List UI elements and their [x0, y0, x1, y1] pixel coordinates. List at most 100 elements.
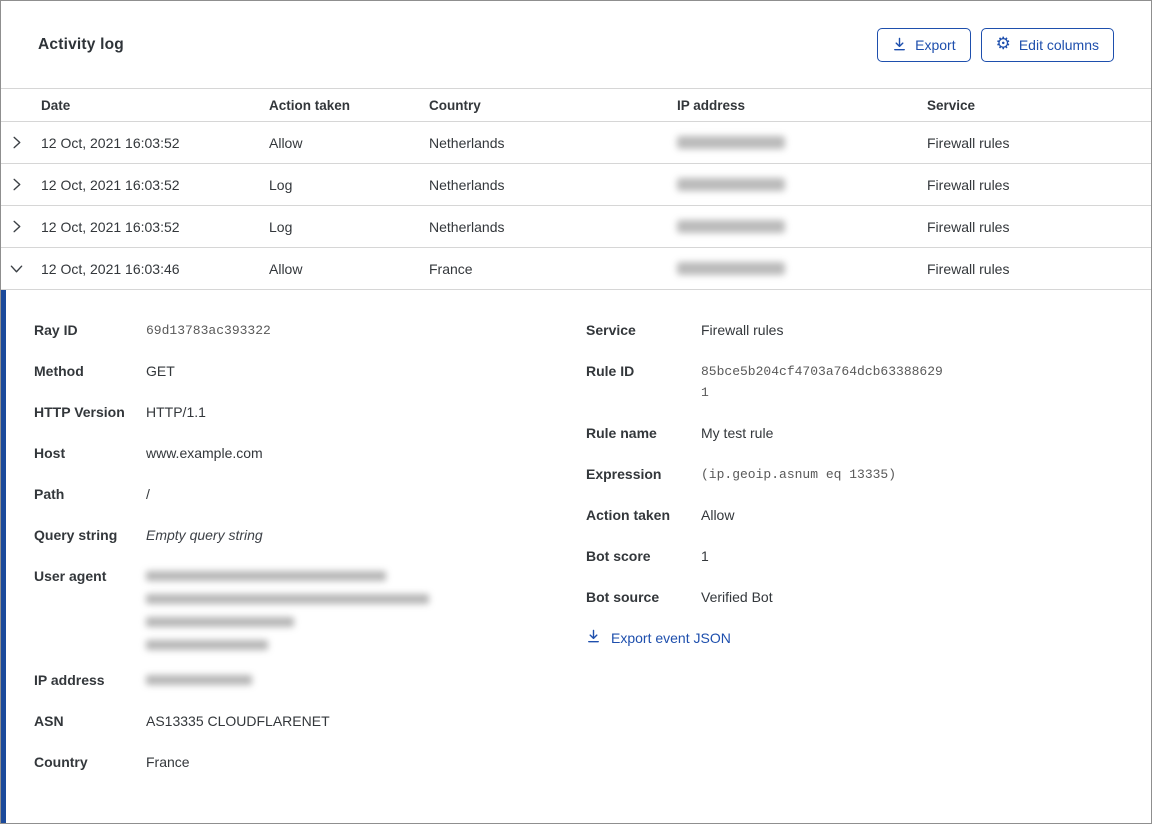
detail-field-label: Service	[586, 322, 636, 338]
detail-field-label: User agent	[34, 568, 107, 584]
detail-field-rule-id: Rule ID 85bce5b204cf4703a764dcb633886291	[586, 361, 1151, 403]
detail-field-method: Method GET	[34, 361, 586, 382]
cell-action-taken: Allow	[269, 260, 303, 277]
detail-field-http-version: HTTP Version HTTP/1.1	[34, 402, 586, 423]
activity-log-page: Activity log Export ⚙ Edit columns Date A…	[1, 1, 1151, 823]
detail-field-ray-id: Ray ID 69d13783ac393322	[34, 320, 586, 341]
redacted-text-line	[146, 594, 429, 604]
redacted-ip	[677, 262, 785, 275]
redacted-text-line	[146, 571, 386, 581]
detail-field-label: Query string	[34, 527, 118, 543]
cell-country: Netherlands	[429, 218, 505, 235]
detail-field-value: Firewall rules	[701, 322, 784, 338]
detail-field-value: 1	[701, 548, 709, 564]
cell-ip-address	[677, 136, 927, 149]
toolbar: Export ⚙ Edit columns	[877, 27, 1114, 62]
detail-field-label: Action taken	[586, 507, 671, 523]
cell-ip-address	[677, 220, 927, 233]
table-row[interactable]: 12 Oct, 2021 16:03:52 Allow Netherlands Fir…	[1, 122, 1151, 164]
detail-field-value: 85bce5b204cf4703a764dcb633886291	[701, 364, 943, 400]
cell-action-taken: Log	[269, 176, 293, 193]
cell-ip-address	[677, 262, 927, 275]
detail-field-value: 69d13783ac393322	[146, 323, 271, 338]
export-event-json-link[interactable]: Export event JSON	[586, 629, 731, 647]
cell-country: France	[429, 260, 473, 277]
detail-field-label: IP address	[34, 672, 105, 688]
download-icon	[586, 629, 601, 647]
detail-field-value: (ip.geoip.asnum eq 13335)	[701, 467, 897, 482]
chevron-right-icon[interactable]	[1, 136, 41, 149]
detail-field-service: Service Firewall rules	[586, 320, 1151, 341]
detail-right-fields: Service Firewall rules Rule ID 85bce5b204cf…	[586, 320, 1151, 608]
cell-date: 12 Oct, 2021 16:03:52	[41, 218, 180, 235]
redacted-ip	[677, 178, 785, 191]
detail-content: Ray ID 69d13783ac393322 Method GET HTTP Vers…	[6, 290, 1151, 823]
detail-field-bot-score: Bot score 1	[586, 546, 1151, 567]
cell-service: Firewall rules	[927, 218, 1010, 235]
detail-field-value: Verified Bot	[701, 589, 773, 605]
detail-field-value: My test rule	[701, 425, 774, 441]
export-button-label: Export	[915, 36, 956, 53]
column-header-action-taken: Action taken	[269, 97, 351, 113]
gear-icon: ⚙	[995, 34, 1011, 53]
detail-field-label: HTTP Version	[34, 404, 125, 420]
page-title: Activity log	[38, 35, 124, 53]
column-header-service: Service	[927, 97, 976, 113]
detail-field-label: Bot source	[586, 589, 660, 605]
download-icon	[892, 37, 907, 52]
detail-field-country: Country France	[34, 752, 586, 773]
table-header-row: Date Action taken Country IP address Service	[1, 88, 1151, 122]
detail-field-value: Allow	[701, 507, 735, 523]
cell-ip-address	[677, 178, 927, 191]
detail-field-value: Empty query string	[146, 527, 263, 543]
cell-service: Firewall rules	[927, 134, 1010, 151]
edit-columns-button[interactable]: ⚙ Edit columns	[980, 27, 1114, 62]
table-body: 12 Oct, 2021 16:03:52 Allow Netherlands Fir…	[1, 122, 1151, 290]
detail-field-label: Expression	[586, 466, 662, 482]
event-detail-panel: Ray ID 69d13783ac393322 Method GET HTTP Vers…	[1, 290, 1151, 823]
redacted-text-line	[146, 675, 252, 685]
detail-field-expression: Expression (ip.geoip.asnum eq 13335)	[586, 464, 1151, 485]
redacted-text-line	[146, 640, 268, 650]
page-header: Activity log Export ⚙ Edit columns	[1, 1, 1151, 88]
detail-field-asn: ASN AS13335 CLOUDFLARENET	[34, 711, 586, 732]
detail-field-label: Bot score	[586, 548, 651, 564]
cell-action-taken: Log	[269, 218, 293, 235]
table-row[interactable]: 12 Oct, 2021 16:03:52 Log Netherlands Firew…	[1, 164, 1151, 206]
table-row[interactable]: 12 Oct, 2021 16:03:52 Log Netherlands Firew…	[1, 206, 1151, 248]
detail-field-action-taken: Action taken Allow	[586, 505, 1151, 526]
redacted-ip	[677, 136, 785, 149]
detail-field-label: Ray ID	[34, 322, 78, 338]
export-event-json-label: Export event JSON	[611, 630, 731, 646]
cell-action-taken: Allow	[269, 134, 303, 151]
cell-service: Firewall rules	[927, 176, 1010, 193]
cell-date: 12 Oct, 2021 16:03:52	[41, 134, 180, 151]
detail-field-host: Host www.example.com	[34, 443, 586, 464]
detail-right-column: Service Firewall rules Rule ID 85bce5b204cf…	[586, 320, 1151, 823]
detail-field-label: Country	[34, 754, 88, 770]
detail-left-column: Ray ID 69d13783ac393322 Method GET HTTP Vers…	[34, 320, 586, 823]
chevron-down-icon[interactable]	[1, 262, 41, 275]
detail-field-label: Method	[34, 363, 84, 379]
column-header-ip-address: IP address	[677, 97, 746, 113]
redacted-value	[146, 566, 429, 650]
cell-country: Netherlands	[429, 134, 505, 151]
column-header-date: Date	[41, 97, 71, 113]
chevron-right-icon[interactable]	[1, 178, 41, 191]
cell-date: 12 Oct, 2021 16:03:46	[41, 260, 180, 277]
detail-field-value: France	[146, 754, 190, 770]
detail-field-label: ASN	[34, 713, 64, 729]
detail-field-value: AS13335 CLOUDFLARENET	[146, 713, 330, 729]
detail-field-value: GET	[146, 363, 175, 379]
detail-field-label: Path	[34, 486, 65, 502]
detail-field-label: Rule ID	[586, 363, 635, 379]
redacted-text-line	[146, 617, 294, 627]
export-button[interactable]: Export	[877, 27, 971, 62]
detail-field-value: /	[146, 486, 150, 502]
chevron-right-icon[interactable]	[1, 220, 41, 233]
column-header-country: Country	[429, 97, 481, 113]
edit-columns-button-label: Edit columns	[1018, 36, 1099, 53]
detail-field-rule-name: Rule name My test rule	[586, 423, 1151, 444]
redacted-ip	[677, 220, 785, 233]
table-row[interactable]: 12 Oct, 2021 16:03:46 Allow France Firewall…	[1, 248, 1151, 290]
